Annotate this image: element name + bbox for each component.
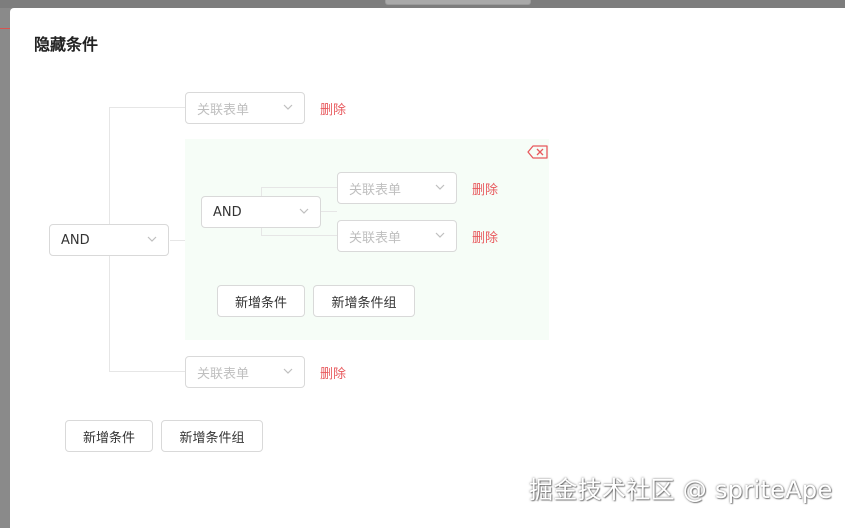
group-condition-2-delete[interactable]: 删除 <box>472 227 498 246</box>
chevron-down-icon <box>298 205 310 217</box>
root-operator-select[interactable]: AND <box>49 224 169 256</box>
chevron-down-icon <box>282 101 294 113</box>
root-tree-branch-group <box>170 240 185 241</box>
root-tree-branch-bottom <box>109 371 185 372</box>
backdrop-tab <box>385 0 531 5</box>
group-tree-branch-operator <box>321 211 337 212</box>
root-condition-1-delete[interactable]: 删除 <box>320 99 346 118</box>
group-operator-select[interactable]: AND <box>201 196 321 228</box>
group-condition-2-select[interactable]: 关联表单 <box>337 220 457 252</box>
chevron-down-icon <box>146 233 158 245</box>
group-tree-branch-bottom <box>261 235 337 236</box>
group-add-group-button[interactable]: 新增条件组 <box>313 285 415 317</box>
modal-title: 隐藏条件 <box>34 35 99 54</box>
chevron-down-icon <box>434 229 446 241</box>
root-operator-value: AND <box>61 232 90 248</box>
group-tree-branch-top <box>261 187 337 188</box>
group-condition-1-select[interactable]: 关联表单 <box>337 172 457 204</box>
hide-conditions-modal: 隐藏条件 AND 关联表单 删除 AND 关联表单 删除 关联表单 删除 新增条… <box>10 8 845 528</box>
group-operator-value: AND <box>213 204 242 220</box>
group-condition-1-delete[interactable]: 删除 <box>472 179 498 198</box>
group-add-condition-button[interactable]: 新增条件 <box>217 285 305 317</box>
group-condition-1-placeholder: 关联表单 <box>349 182 402 198</box>
root-condition-1-select[interactable]: 关联表单 <box>185 92 305 124</box>
add-condition-button[interactable]: 新增条件 <box>65 420 153 452</box>
add-condition-group-button[interactable]: 新增条件组 <box>161 420 263 452</box>
watermark: 掘金技术社区 @ spriteApe <box>529 476 833 504</box>
backdrop-accent-line <box>0 28 10 29</box>
root-tree-branch-top <box>109 107 185 108</box>
root-condition-2-delete[interactable]: 删除 <box>320 363 346 382</box>
backspace-x-icon[interactable] <box>526 144 550 160</box>
chevron-down-icon <box>434 181 446 193</box>
root-condition-1-placeholder: 关联表单 <box>197 102 250 118</box>
chevron-down-icon <box>282 365 294 377</box>
group-condition-2-placeholder: 关联表单 <box>349 230 402 246</box>
root-condition-2-select[interactable]: 关联表单 <box>185 356 305 388</box>
root-condition-2-placeholder: 关联表单 <box>197 366 250 382</box>
